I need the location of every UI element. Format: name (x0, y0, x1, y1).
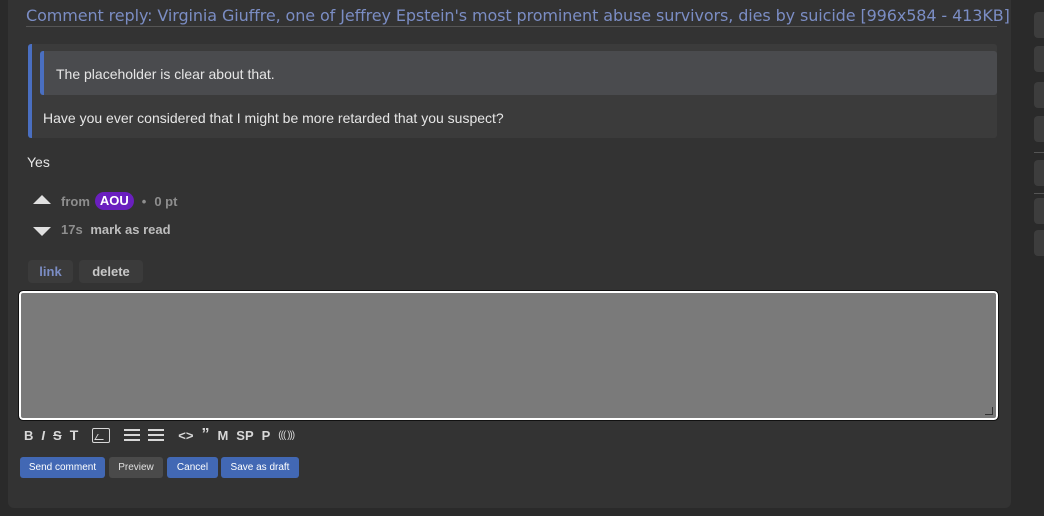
from-label: from (61, 193, 90, 209)
rail-tab[interactable] (1034, 160, 1044, 186)
preview-button[interactable]: Preview (109, 457, 163, 478)
rail-tab[interactable] (1034, 198, 1044, 224)
downvote-icon[interactable] (33, 227, 51, 236)
right-rail (1034, 0, 1044, 516)
unordered-list-icon[interactable] (124, 429, 141, 441)
sound-button[interactable]: ((( ))) (278, 430, 295, 441)
rail-tab[interactable] (1034, 12, 1044, 38)
upvote-icon[interactable] (33, 195, 51, 204)
score: 0 pt (154, 193, 178, 209)
math-button[interactable]: M (217, 428, 228, 443)
rail-divider (1034, 193, 1044, 194)
save-draft-button[interactable]: Save as draft (221, 457, 299, 478)
italic-button[interactable]: I (41, 428, 45, 443)
heading-button[interactable]: T (70, 427, 79, 443)
permalink-button[interactable]: link (28, 260, 73, 283)
rail-tab[interactable] (1034, 116, 1044, 142)
comment-age: 17s (61, 222, 83, 237)
image-icon[interactable] (92, 427, 111, 443)
resize-handle-icon[interactable] (985, 407, 993, 415)
reply-textarea[interactable] (18, 290, 999, 421)
post-title-link[interactable]: Comment reply: Virginia Giuffre, one of … (26, 6, 1010, 25)
send-comment-button[interactable]: Send comment (20, 457, 105, 478)
spoiler-button[interactable]: SP (236, 428, 253, 443)
separator-dot: • (141, 193, 147, 209)
cancel-button[interactable]: Cancel (167, 457, 218, 478)
author-badge[interactable]: AOU (94, 192, 134, 210)
rail-divider (1034, 152, 1044, 153)
delete-button[interactable]: delete (79, 260, 143, 283)
comment-body: Yes (27, 154, 50, 170)
bold-button[interactable]: B (24, 428, 33, 443)
formatting-toolbar: B I S T <> ” M SP P ((( ))) (24, 426, 302, 444)
inner-quote-text: The placeholder is clear about that. (56, 66, 275, 82)
outer-quote-text: Have you ever considered that I might be… (43, 110, 504, 126)
comment-meta: from AOU • 0 pt (61, 192, 177, 210)
mark-as-read-link[interactable]: mark as read (90, 222, 170, 237)
rail-tab[interactable] (1034, 46, 1044, 72)
title-divider (26, 26, 997, 27)
rail-tab[interactable] (1034, 230, 1044, 256)
strikethrough-button[interactable]: S (53, 428, 62, 443)
rail-tab[interactable] (1034, 82, 1044, 108)
comment-meta-secondary: 17s mark as read (61, 222, 171, 237)
quote-button[interactable]: ” (201, 427, 209, 443)
code-button[interactable]: <> (178, 428, 193, 443)
paragraph-button[interactable]: P (262, 428, 271, 443)
ordered-list-icon[interactable] (148, 429, 165, 441)
